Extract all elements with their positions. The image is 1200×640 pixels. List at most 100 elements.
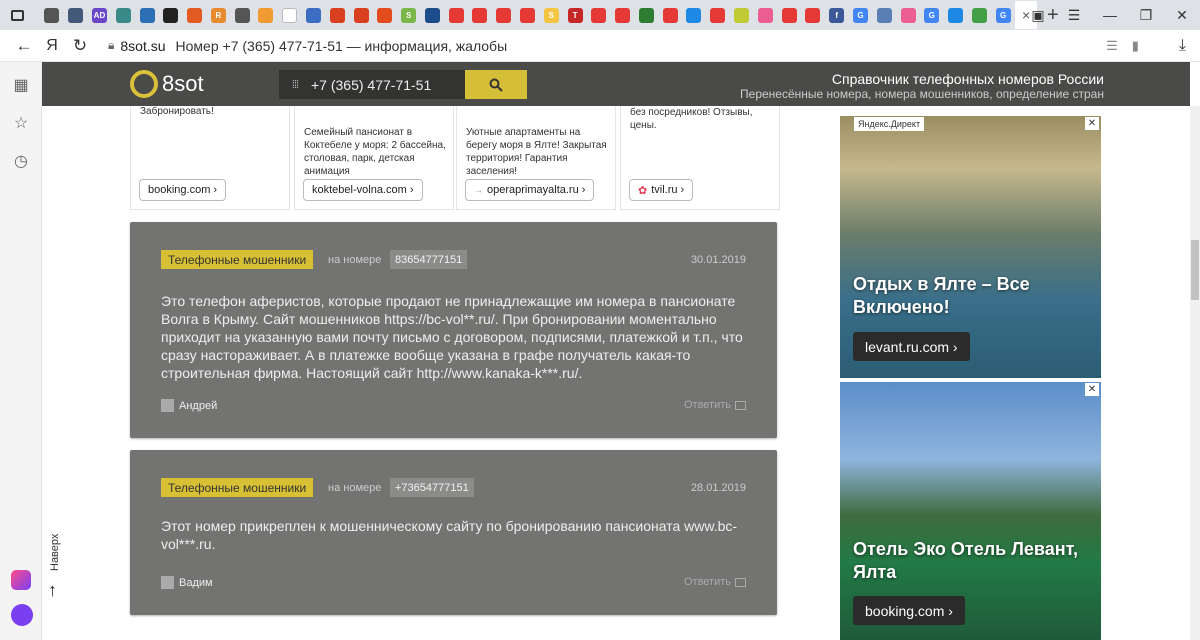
window-menu-icon[interactable] [0, 9, 34, 21]
side-ad[interactable]: Яндекс.Директ ✕ Отдых в Ялте – Все Включ… [840, 116, 1101, 378]
phone-search-input[interactable]: ⁞⁞⁞ +7 (365) 477-71-51 [279, 70, 465, 99]
tab-favicon-icon[interactable] [305, 7, 321, 23]
yandex-icon[interactable]: Я [38, 37, 66, 55]
menu-icon[interactable]: ☰ [1056, 7, 1092, 24]
tab-favicon-icon[interactable] [734, 7, 750, 23]
tab-favicon-icon[interactable] [971, 7, 987, 23]
reply-label: Ответить [683, 399, 731, 411]
tab-favicon-icon[interactable] [472, 7, 488, 23]
tab-favicon-icon[interactable]: G [924, 7, 940, 23]
tab-favicon-icon[interactable]: G [995, 7, 1011, 23]
ad-link-label: tvil.ru [651, 184, 678, 196]
tab-favicon-icon[interactable]: T [567, 7, 583, 23]
tab-favicon-icon[interactable]: AD [91, 7, 107, 23]
back-icon[interactable]: ← [10, 36, 38, 56]
category-tag[interactable]: Телефонные мошенники [161, 478, 314, 497]
tab-favicon-icon[interactable]: R [210, 7, 226, 23]
tab-favicon-icon[interactable]: G [852, 7, 868, 23]
tab-favicon-icon[interactable] [44, 7, 60, 23]
browser-tab-strip: AD R S S Tf G G G × + ▣ ☰ — ❐ ✕ [0, 0, 1200, 30]
restore-icon[interactable]: ❐ [1128, 7, 1164, 24]
reply-button[interactable]: Ответить [684, 576, 746, 588]
ad-text: Семейный пансионат в Коктебеле у моря: 2… [304, 127, 446, 177]
tab-favicon-icon[interactable] [710, 7, 726, 23]
ad-link-button[interactable]: koktebel-volna.com › [303, 179, 423, 201]
tab-favicon-icon[interactable] [757, 7, 773, 23]
tab-favicon-icon[interactable] [163, 7, 179, 23]
bookmarks-icon[interactable]: ▣ [1020, 7, 1056, 24]
tab-favicon-icon[interactable]: f [829, 7, 845, 23]
tab-favicon-icon[interactable]: S [401, 7, 417, 23]
tab-favicon-icon[interactable]: S [543, 7, 559, 23]
tab-favicon-icon[interactable] [448, 7, 464, 23]
arrow-up-icon: ↑ [48, 580, 57, 600]
history-icon[interactable]: ◷ [11, 152, 31, 172]
ad-text: Уютные апартаменты на берегу моря в Ялте… [466, 127, 607, 177]
comment-date: 28.01.2019 [690, 482, 746, 494]
scrollbar[interactable] [1190, 106, 1200, 640]
number-badge[interactable]: +73654777151 [390, 478, 474, 497]
bookmark-icon[interactable]: ▮ [1132, 38, 1139, 54]
tab-favicon-icon[interactable] [638, 7, 654, 23]
tab-favicon-icon[interactable] [520, 7, 536, 23]
tab-favicon-icon[interactable] [139, 7, 155, 23]
tab-favicon-icon[interactable] [876, 7, 892, 23]
number-badge[interactable]: 83654777151 [390, 250, 468, 269]
tab-favicon-icon[interactable] [115, 7, 131, 23]
tab-favicon-icon[interactable] [68, 7, 84, 23]
alice-icon[interactable] [11, 604, 33, 626]
download-icon[interactable]: ⤓ [1179, 37, 1186, 55]
address-bar: ← Я ↻ 🔒︎ 8sot.su Номер +7 (365) 477-71-5… [0, 30, 1200, 62]
side-ad[interactable]: ✕ Отель Эко Отель Левант, Ялта booking.c… [840, 382, 1101, 640]
close-icon[interactable]: ✕ [1085, 117, 1099, 130]
author-name: Андрей [179, 399, 218, 412]
lock-icon[interactable]: 🔒︎ [108, 38, 114, 53]
url-domain[interactable]: 8sot.su [120, 38, 165, 54]
tab-favicon-icon[interactable] [377, 7, 393, 23]
tab-favicon-icon[interactable] [424, 7, 440, 23]
tab-favicon-icon[interactable] [686, 7, 702, 23]
scrollbar-thumb[interactable] [1191, 240, 1199, 300]
reply-button[interactable]: Ответить [684, 399, 746, 411]
ad-card[interactable]: Семейный пансионат в Коктебеле у моря: 2… [294, 106, 454, 210]
tab-favicon-icon[interactable] [234, 7, 250, 23]
tab-favicon-icon[interactable] [781, 7, 797, 23]
tab-favicon-icon[interactable] [258, 7, 274, 23]
tab-favicon-icon[interactable] [591, 7, 607, 23]
ad-card[interactable]: без посредников! Отзывы, цены. ✿ tvil.ru … [620, 106, 780, 210]
category-tag[interactable]: Телефонные мошенники [161, 250, 314, 269]
ad-card[interactable]: Уютные апартаменты на берегу моря в Ялте… [456, 106, 616, 210]
star-icon[interactable]: ☆ [11, 114, 31, 134]
yandex-apps-icon[interactable] [11, 570, 31, 590]
reload-icon[interactable]: ↻ [66, 36, 94, 56]
close-window-icon[interactable]: ✕ [1164, 7, 1200, 24]
tab-favicon-icon[interactable] [496, 7, 512, 23]
reader-icon[interactable]: ☰ [1106, 38, 1118, 54]
url-page-title[interactable]: Номер +7 (365) 477-71-51 — информация, ж… [176, 38, 508, 54]
ad-link-button[interactable]: booking.com › [139, 179, 227, 201]
ad-network-label: Яндекс.Директ [854, 117, 925, 131]
side-ad-button[interactable]: levant.ru.com › [853, 332, 970, 361]
logo-icon [130, 70, 158, 98]
tab-favicon-icon[interactable] [615, 7, 631, 23]
ad-link-button[interactable]: → operaprimayalta.ru › [465, 179, 595, 201]
tab-favicon-icon[interactable] [353, 7, 369, 23]
tab-favicon-icon[interactable] [329, 7, 345, 23]
comment-author: Вадим [161, 576, 213, 589]
ad-link-button[interactable]: ✿ tvil.ru › [629, 179, 694, 201]
close-icon[interactable]: ✕ [1085, 383, 1099, 396]
tab-favicon-icon[interactable] [187, 7, 203, 23]
tab-favicon-icon[interactable] [805, 7, 821, 23]
ad-card[interactable]: Забронировать! booking.com › [130, 106, 290, 210]
search-button[interactable] [465, 70, 527, 99]
tab-favicon-icon[interactable] [282, 7, 298, 23]
tab-favicon-icon[interactable] [662, 7, 678, 23]
on-number-label: на номере [328, 254, 382, 266]
site-logo[interactable]: 8sot [130, 70, 204, 98]
tab-favicon-icon[interactable] [900, 7, 916, 23]
minimize-icon[interactable]: — [1092, 7, 1128, 23]
grid-icon[interactable]: ▦ [11, 76, 31, 96]
side-ad-button[interactable]: booking.com › [853, 596, 965, 625]
tab-favicon-icon[interactable] [948, 7, 964, 23]
author-name: Вадим [179, 576, 213, 589]
